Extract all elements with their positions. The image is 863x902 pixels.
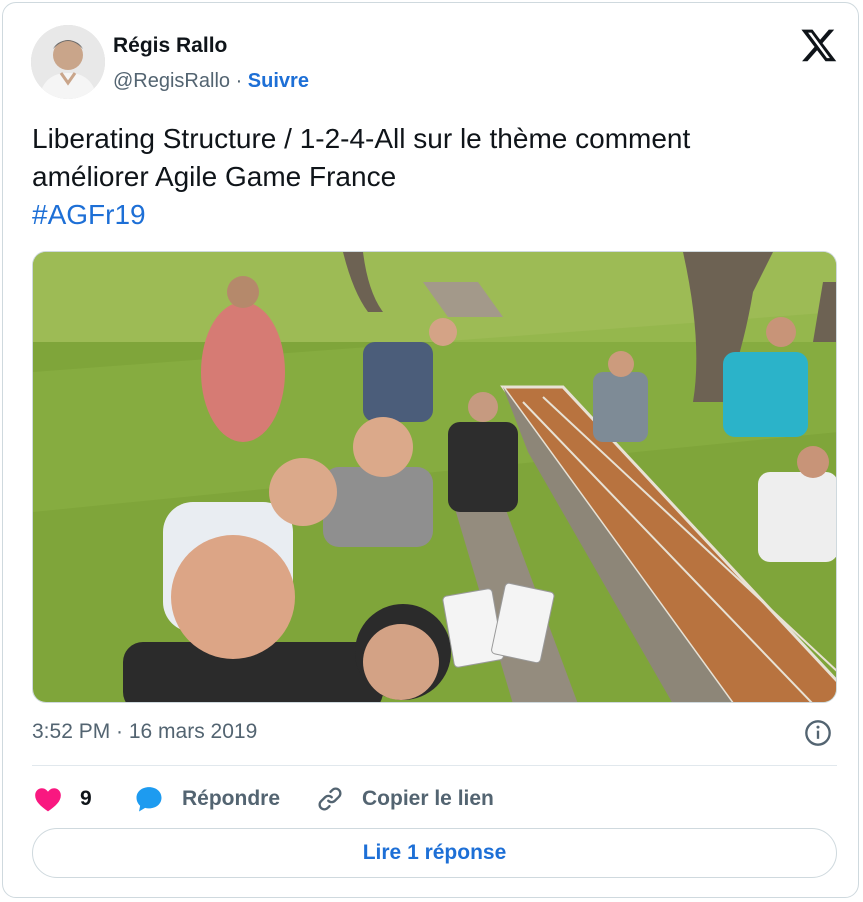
reply-button[interactable]: Répondre — [134, 783, 280, 815]
heart-icon — [35, 788, 61, 812]
author-name[interactable]: Régis Rallo — [113, 34, 227, 58]
info-icon[interactable] — [804, 719, 832, 747]
author-handle-row: @RegisRallo · Suivre — [113, 70, 309, 93]
x-logo-icon[interactable] — [800, 26, 838, 64]
handle-separator: · — [230, 70, 248, 92]
speech-bubble-icon — [136, 787, 162, 812]
reply-label: Répondre — [182, 787, 281, 810]
tweet-text: Liberating Structure / 1-2-4-All sur le … — [32, 120, 822, 234]
tweet-card: Régis Rallo @RegisRallo · Suivre Liberat… — [2, 2, 859, 898]
follow-button[interactable]: Suivre — [248, 70, 309, 92]
copy-link-label: Copier le lien — [362, 787, 494, 810]
tweet-timestamp[interactable]: 3:52 PM · 16 mars 2019 — [32, 720, 257, 744]
like-button[interactable]: 9 — [34, 783, 92, 815]
tweet-photo[interactable] — [32, 251, 837, 703]
read-replies-button[interactable]: Lire 1 réponse — [32, 828, 837, 878]
hashtag-link[interactable]: #AGFr19 — [32, 196, 822, 234]
tweet-text-line-1: Liberating Structure / 1-2-4-All sur le … — [32, 123, 691, 154]
like-count: 9 — [80, 787, 92, 810]
tweet-text-line-2: améliorer Agile Game France — [32, 161, 397, 192]
read-replies-label: Lire 1 réponse — [362, 841, 507, 864]
divider — [32, 765, 837, 766]
copy-link-button[interactable]: Copier le lien — [316, 783, 494, 815]
author-avatar[interactable] — [31, 25, 105, 99]
author-handle[interactable]: @RegisRallo — [113, 70, 230, 92]
link-icon — [318, 787, 342, 811]
